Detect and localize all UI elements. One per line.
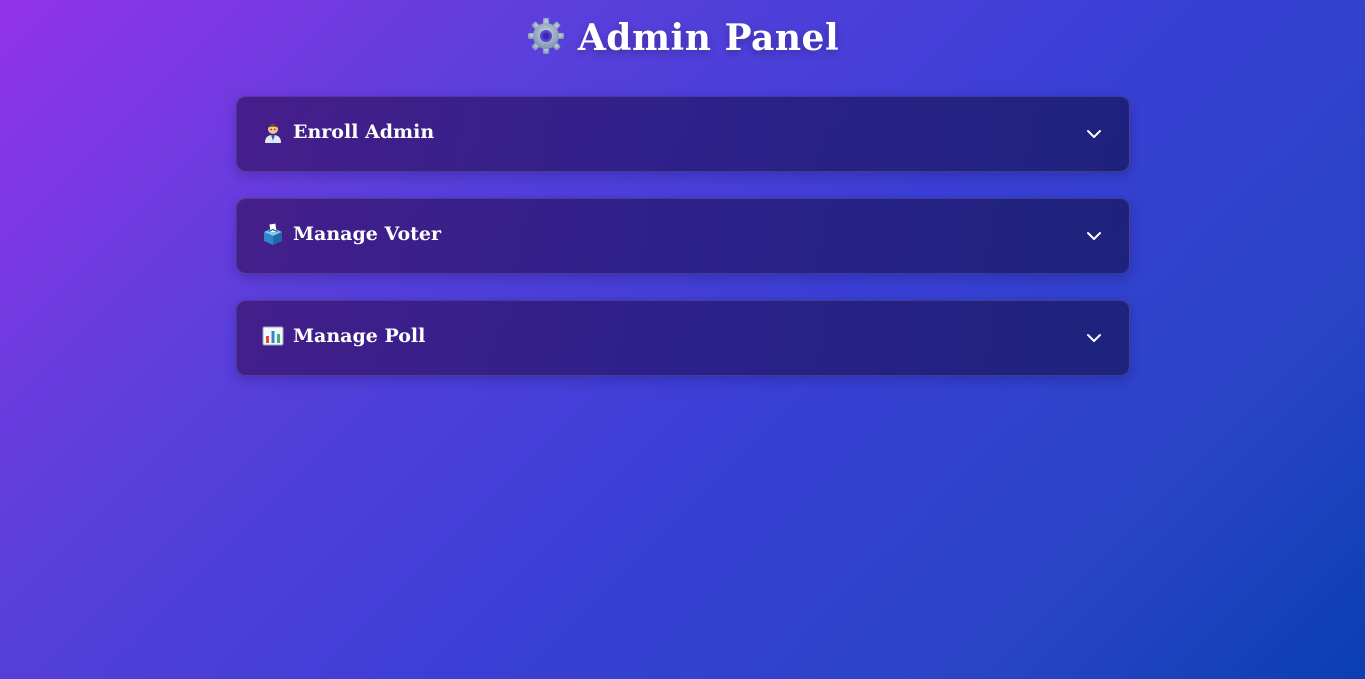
panel-header: Enroll Admin <box>261 120 434 144</box>
panel-header: Manage Poll <box>261 324 425 348</box>
panel-label: Manage Poll <box>293 325 426 347</box>
office-worker-icon <box>265 124 281 143</box>
page-title: Admin Panel <box>0 16 1365 60</box>
chevron-down-icon[interactable] <box>1085 329 1103 347</box>
chevron-down-icon[interactable] <box>1085 125 1103 143</box>
enroll-admin-panel[interactable]: Enroll Admin <box>236 96 1130 172</box>
manage-voter-panel[interactable]: Manage Voter <box>236 198 1130 274</box>
chevron-down-icon[interactable] <box>1085 227 1103 245</box>
page-title-text: Admin Panel <box>577 17 840 59</box>
gear-icon <box>527 18 564 54</box>
panel-label: Manage Voter <box>293 223 442 245</box>
panel-label: Enroll Admin <box>293 121 435 143</box>
panel-header: Manage Voter <box>261 222 441 246</box>
admin-panels: Enroll Admin Manage Voter Manage Poll <box>236 96 1130 402</box>
ballot-box-icon <box>264 223 282 245</box>
manage-poll-panel[interactable]: Manage Poll <box>236 300 1130 376</box>
bar-chart-icon <box>262 326 284 346</box>
